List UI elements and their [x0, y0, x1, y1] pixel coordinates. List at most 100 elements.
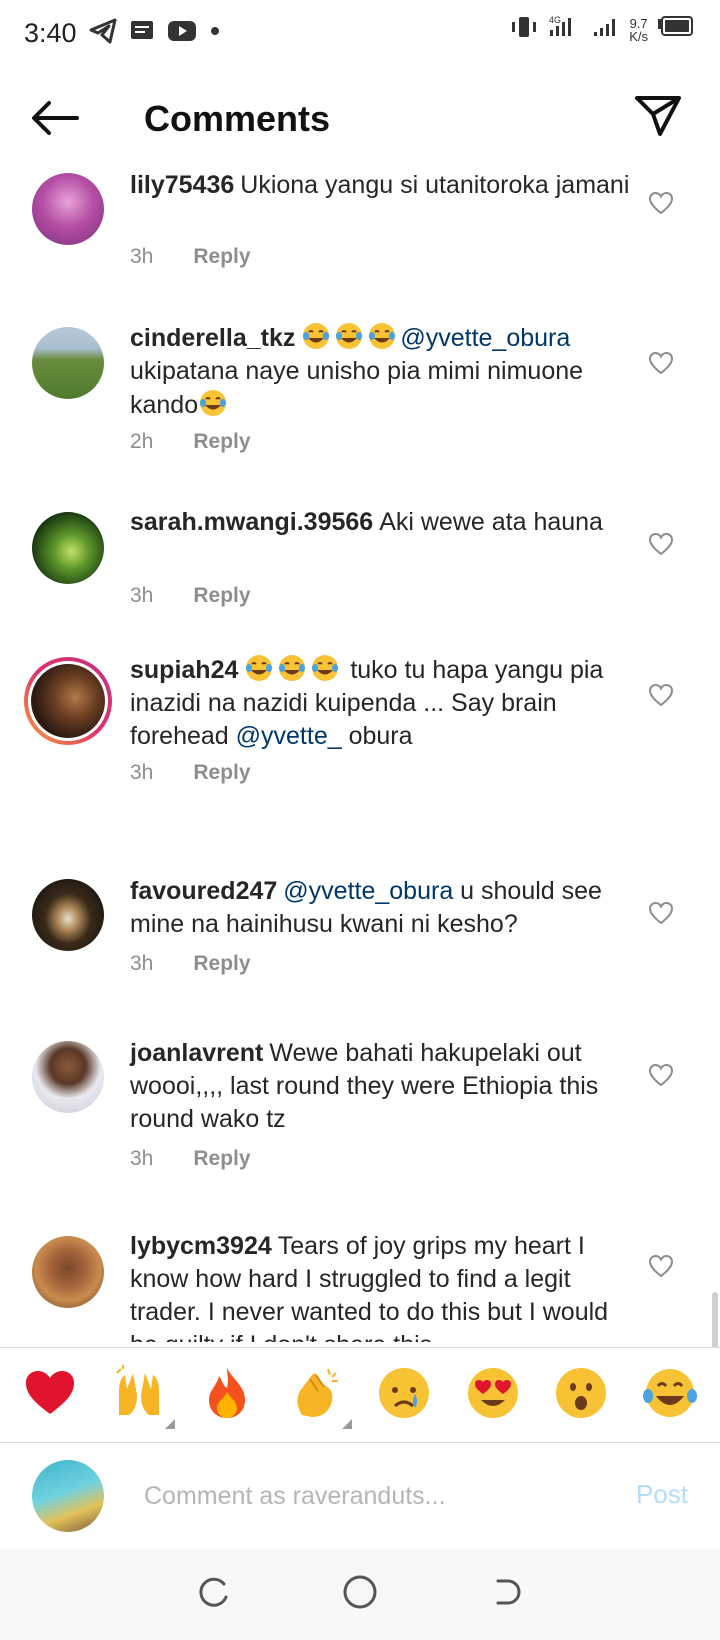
like-button[interactable]	[648, 1254, 678, 1284]
comment-item: favoured247 @yvette_obura u should see mi…	[0, 877, 720, 1032]
surprised-face-emoji-button[interactable]	[551, 1365, 611, 1425]
comment-username[interactable]: lybycm3924	[130, 1232, 272, 1260]
back-nav-icon	[490, 1575, 524, 1614]
clapping-hands-emoji	[288, 1365, 344, 1426]
comment-time: 3h	[130, 584, 154, 607]
comment-username[interactable]: favoured247	[130, 877, 277, 905]
network-label: 4G	[549, 15, 561, 25]
avatar[interactable]	[32, 327, 104, 399]
home-circle-icon	[342, 1574, 378, 1615]
fire-emoji-button[interactable]	[197, 1365, 257, 1425]
heart-outline-icon	[648, 351, 674, 379]
like-button[interactable]	[648, 683, 678, 713]
comment-text: lily75436 Ukiona yangu si utanitoroka jam…	[130, 169, 630, 202]
comment-meta: 2h Reply	[130, 430, 251, 454]
like-button[interactable]	[648, 351, 678, 381]
fire-emoji	[205, 1366, 249, 1425]
reply-button[interactable]: Reply	[193, 952, 250, 976]
comment-time: 3h	[130, 761, 154, 784]
tears-of-joy-emoji	[334, 321, 364, 351]
raising-hands-emoji-button[interactable]	[109, 1364, 175, 1429]
like-button[interactable]	[648, 901, 678, 931]
reply-button[interactable]: Reply	[193, 245, 250, 269]
comment-composer: Post	[0, 1443, 720, 1549]
avatar[interactable]	[32, 1236, 104, 1308]
post-button[interactable]: Post	[636, 1479, 688, 1510]
back-button[interactable]	[28, 96, 82, 144]
comment-item: joanlavrent Wewe bahati hakupelaki out wo…	[0, 1039, 720, 1222]
comment-meta: 3h Reply	[130, 245, 251, 269]
heart-outline-icon	[648, 1063, 674, 1091]
comment-text: joanlavrent Wewe bahati hakupelaki out wo…	[130, 1037, 630, 1136]
heart-eyes-emoji-button[interactable]	[463, 1365, 523, 1425]
back-nav-button[interactable]	[483, 1571, 531, 1619]
comment-input[interactable]	[144, 1473, 584, 1519]
heart-eyes-emoji	[466, 1366, 520, 1425]
avatar[interactable]	[32, 1041, 104, 1113]
mention-link[interactable]: @yvette_obura	[283, 877, 453, 905]
comment-time: 2h	[130, 430, 154, 453]
recent-apps-icon	[196, 1575, 230, 1614]
dot-icon	[209, 24, 221, 42]
arrow-left-icon	[31, 100, 79, 141]
comment-time: 3h	[130, 952, 154, 975]
avatar[interactable]	[32, 879, 104, 951]
emoji-reaction-bar	[0, 1347, 720, 1443]
comment-username[interactable]: joanlavrent	[130, 1039, 263, 1067]
avatar[interactable]	[32, 512, 104, 584]
mention-link[interactable]: @yvette_	[236, 722, 342, 750]
mention-link[interactable]: @yvette_obura	[400, 324, 570, 352]
comment-meta: 3h Reply	[130, 761, 251, 785]
comment-message: Ukiona yangu si utanitoroka jamani	[240, 171, 630, 199]
status-time: 3:40	[24, 17, 77, 48]
reply-button[interactable]: Reply	[193, 430, 250, 454]
home-button[interactable]	[336, 1571, 384, 1619]
youtube-icon	[167, 20, 197, 47]
vibrate-icon	[509, 14, 539, 45]
tears-of-joy-emoji	[310, 653, 340, 683]
comment-text: lybycm3924 Tears of joy grips my heart I …	[130, 1230, 630, 1342]
scrollbar[interactable]	[712, 1292, 718, 1347]
red-heart-emoji-button[interactable]	[20, 1365, 80, 1425]
tears-of-joy-emoji	[277, 653, 307, 683]
comments-list[interactable]: lily75436 Ukiona yangu si utanitoroka jam…	[0, 165, 720, 1347]
comment-username[interactable]: lily75436	[130, 171, 234, 199]
crying-face-emoji	[377, 1366, 431, 1425]
comment-item: lybycm3924 Tears of joy grips my heart I …	[0, 1232, 720, 1347]
crying-face-emoji-button[interactable]	[374, 1365, 434, 1425]
comment-username[interactable]: cinderella_tkz	[130, 324, 295, 352]
avatar[interactable]	[32, 173, 104, 245]
heart-outline-icon	[648, 191, 674, 219]
comment-message: obura	[341, 722, 413, 750]
net-speed-unit: K/s	[629, 28, 648, 44]
comment-meta: 3h Reply	[130, 584, 251, 608]
like-button[interactable]	[648, 532, 678, 562]
clapping-hands-emoji-button[interactable]	[286, 1365, 352, 1429]
like-button[interactable]	[648, 1063, 678, 1093]
comment-item: supiah24 tuko tu hapa yangu pia inazidi …	[0, 655, 720, 832]
tears-of-joy-emoji	[367, 321, 397, 351]
tears-of-joy-emoji	[198, 388, 228, 418]
comment-username[interactable]: sarah.mwangi.39566	[130, 508, 373, 536]
raising-hands-emoji	[111, 1364, 167, 1426]
comment-time: 3h	[130, 245, 154, 268]
recent-apps-button[interactable]	[189, 1571, 237, 1619]
reply-button[interactable]: Reply	[193, 1147, 250, 1171]
reply-button[interactable]: Reply	[193, 761, 250, 785]
system-nav-bar	[0, 1549, 720, 1640]
reply-button[interactable]: Reply	[193, 584, 250, 608]
comment-message: Aki wewe ata hauna	[379, 508, 603, 536]
send-button[interactable]	[632, 92, 684, 144]
comment-meta: 3h Reply	[130, 952, 251, 976]
heart-outline-icon	[648, 1254, 674, 1282]
like-button[interactable]	[648, 191, 678, 221]
more-variants-indicator	[341, 1419, 352, 1429]
comment-meta: 3h Reply	[130, 1147, 251, 1171]
tears-of-joy-emoji	[244, 653, 274, 683]
comment-item: cinderella_tkz @yvette_obura ukipatana na…	[0, 323, 720, 500]
tears-of-joy-emoji-button[interactable]	[640, 1365, 700, 1425]
comment-username[interactable]: supiah24	[130, 656, 238, 684]
red-heart-emoji	[23, 1368, 77, 1423]
heart-outline-icon	[648, 683, 674, 711]
story-avatar[interactable]	[24, 657, 112, 745]
